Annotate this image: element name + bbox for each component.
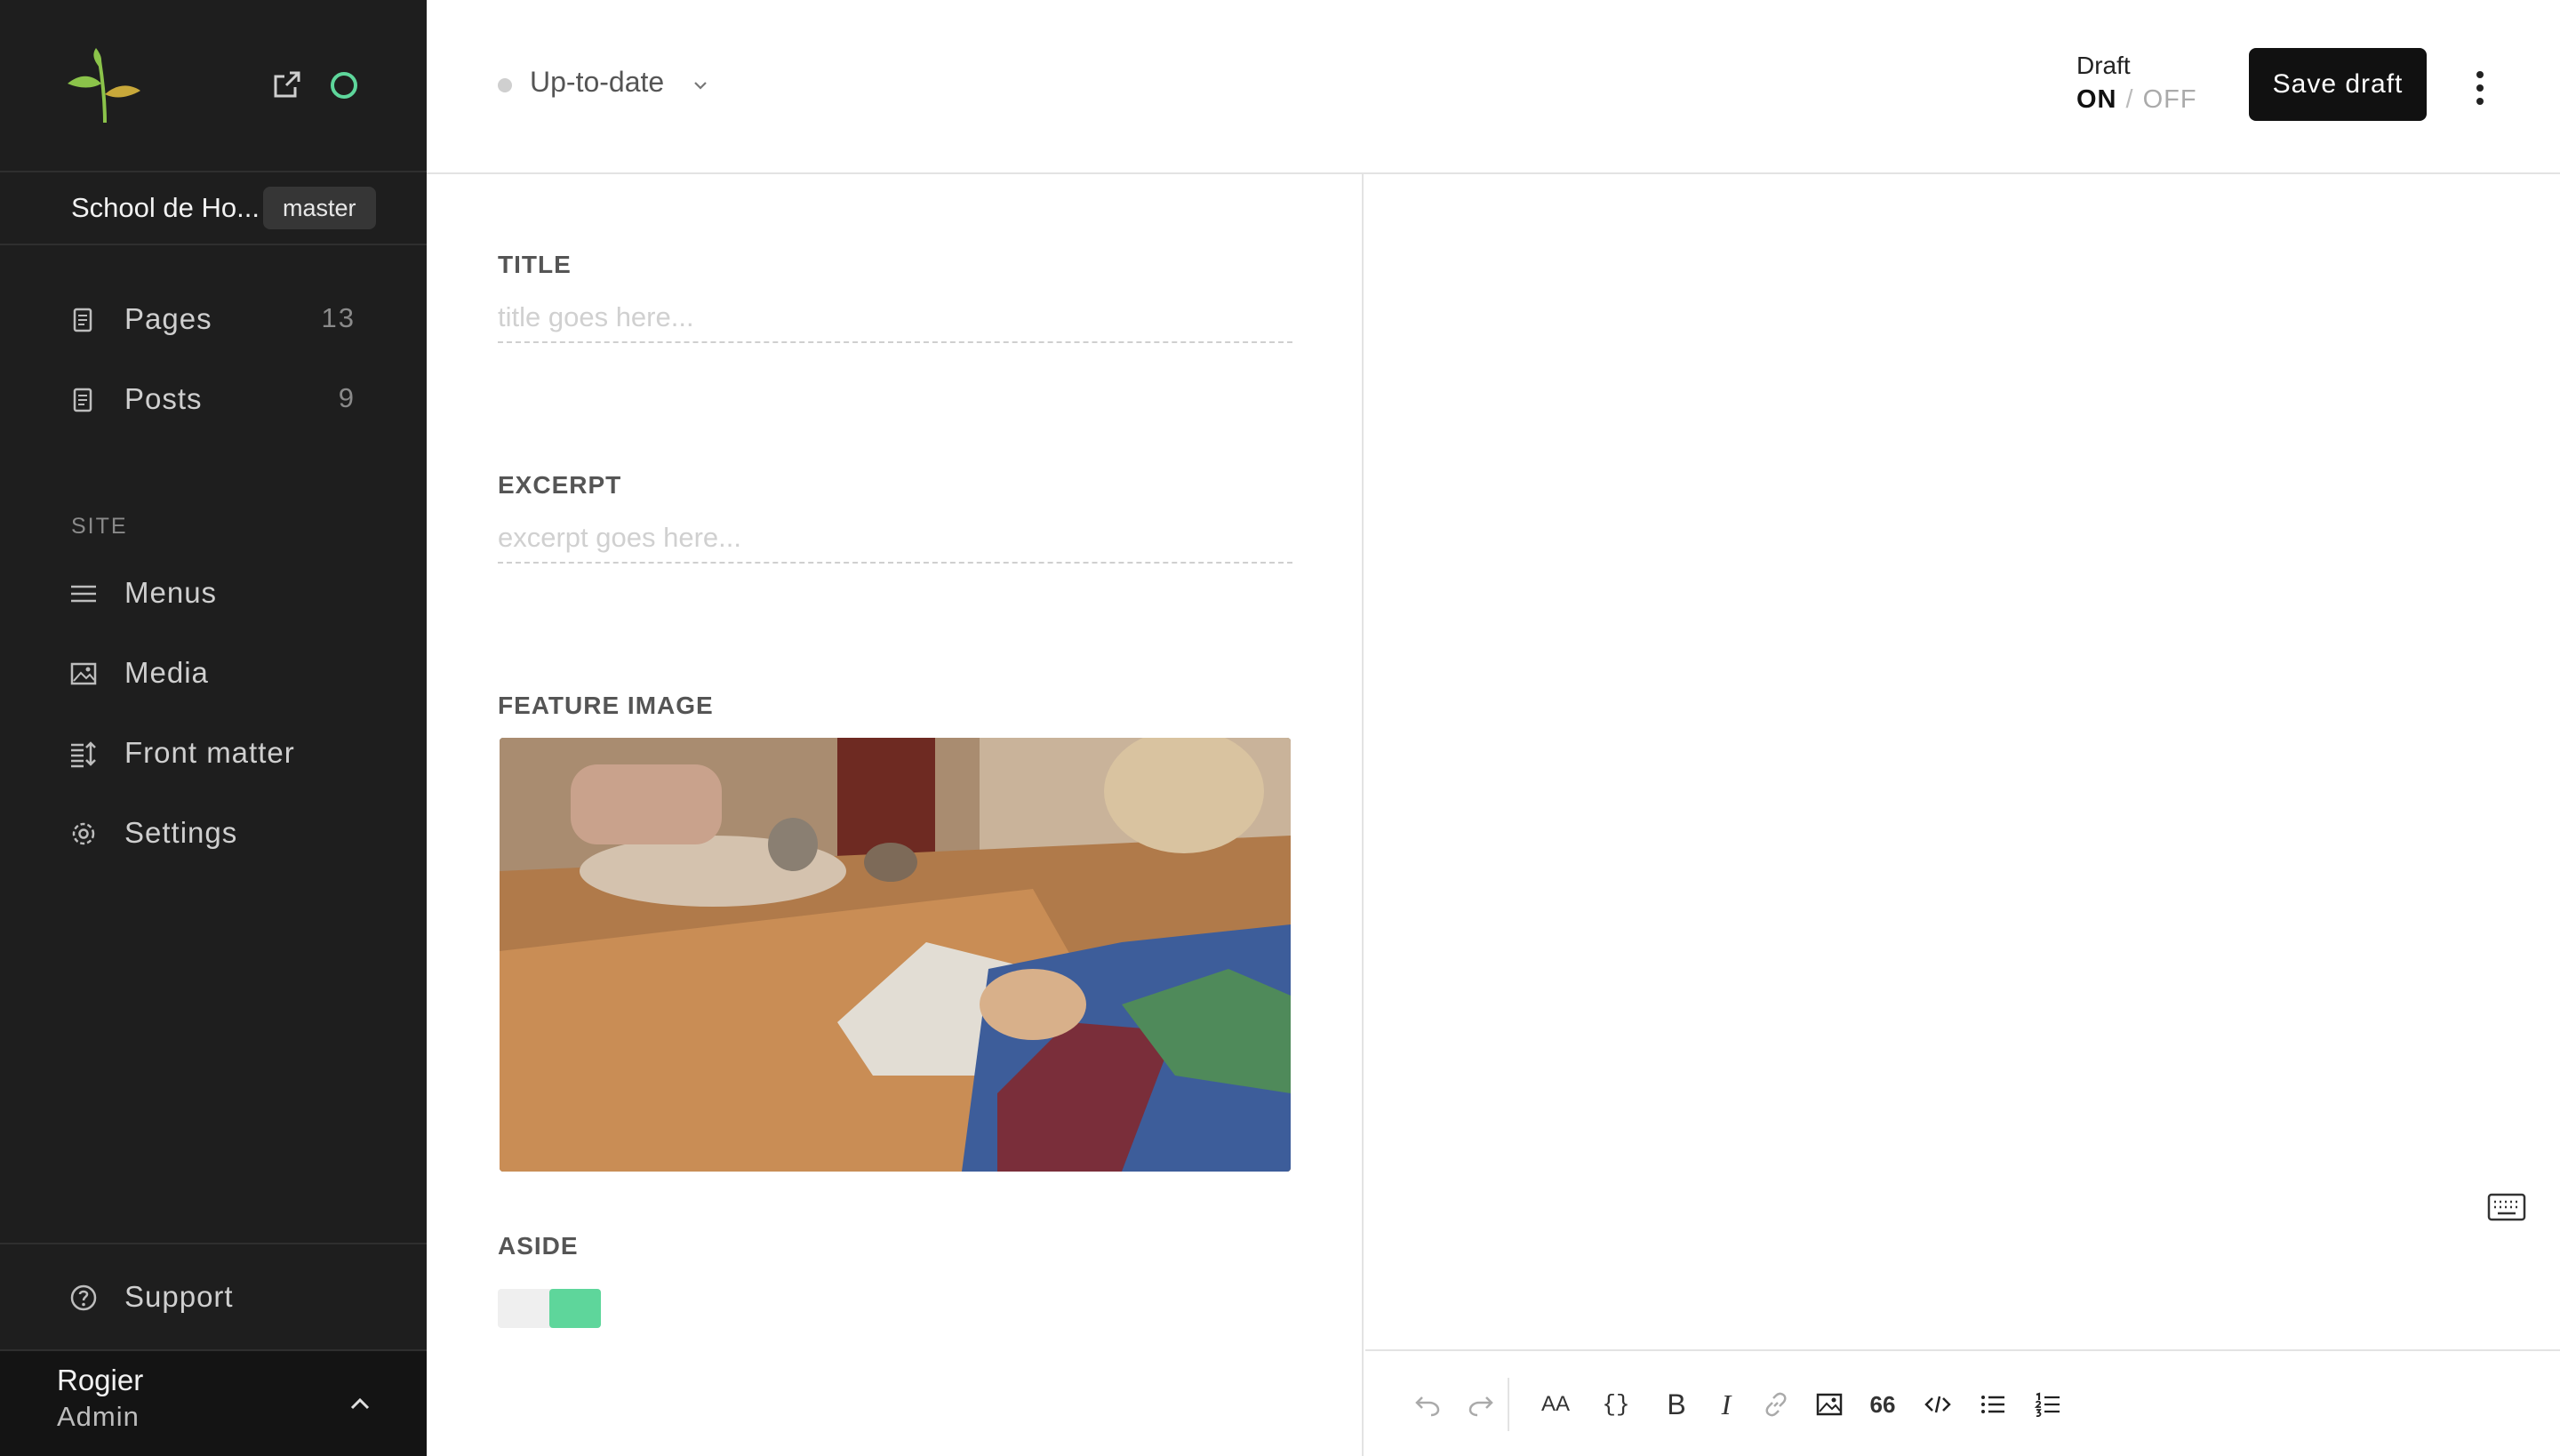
editor-toolbar: AA {} B I 66 bbox=[1365, 1349, 2560, 1456]
heading-button[interactable]: AA bbox=[1538, 1387, 1573, 1422]
draft-off-option[interactable]: OFF bbox=[2143, 85, 2197, 114]
gear-icon bbox=[72, 822, 95, 845]
sidebar-item-label: Front matter bbox=[124, 736, 295, 769]
aside-toggle-knob bbox=[549, 1289, 601, 1328]
chevron-up-icon[interactable] bbox=[347, 1390, 373, 1417]
sidebar-item-label: Posts bbox=[124, 382, 203, 415]
content-editor[interactable] bbox=[1365, 174, 2560, 1351]
excerpt-label: EXCERPT bbox=[498, 471, 622, 499]
code-icon bbox=[1924, 1396, 1951, 1413]
sidebar-item-label: Menus bbox=[124, 576, 218, 609]
title-input[interactable] bbox=[498, 293, 1292, 343]
numbered-list-icon bbox=[2034, 1392, 2060, 1418]
excerpt-input[interactable] bbox=[498, 514, 1292, 564]
quote-button[interactable]: 66 bbox=[1865, 1387, 1900, 1422]
status-dot bbox=[498, 78, 512, 92]
sidebar-item-pages[interactable]: Pages 13 bbox=[0, 286, 427, 354]
italic-icon: I bbox=[1721, 1388, 1732, 1420]
sidebar-item-label: Settings bbox=[124, 816, 238, 849]
redo-icon bbox=[1468, 1396, 1493, 1417]
external-link-icon[interactable] bbox=[272, 69, 302, 100]
sidebar-item-label: Media bbox=[124, 656, 209, 689]
toolbar-separator bbox=[1508, 1378, 1509, 1431]
post-metadata-form: TITLE EXCERPT FEATURE IMAGE ASIDE bbox=[427, 174, 1364, 1456]
keyboard-icon[interactable] bbox=[2487, 1191, 2526, 1223]
braces-icon: {} bbox=[1602, 1391, 1630, 1418]
undo-button[interactable] bbox=[1410, 1387, 1445, 1422]
code-block-button[interactable]: {} bbox=[1598, 1387, 1634, 1422]
aside-label: ASIDE bbox=[498, 1232, 579, 1260]
posts-count: 9 bbox=[338, 382, 356, 413]
quote-icon: 66 bbox=[1869, 1390, 1896, 1418]
link-button[interactable] bbox=[1758, 1387, 1794, 1422]
draft-on-option[interactable]: ON bbox=[2076, 85, 2117, 114]
link-icon bbox=[1765, 1392, 1787, 1417]
page-icon bbox=[73, 308, 92, 332]
status-dropdown[interactable]: Up-to-date bbox=[530, 66, 664, 99]
sidebar-item-media[interactable]: Media bbox=[0, 640, 427, 708]
draft-separator: / bbox=[2125, 85, 2134, 114]
image-icon bbox=[1816, 1393, 1843, 1416]
help-circle-icon bbox=[70, 1284, 97, 1311]
numbered-list-button[interactable] bbox=[2030, 1387, 2066, 1422]
draft-label: Draft bbox=[2076, 52, 2131, 79]
italic-button[interactable]: I bbox=[1708, 1387, 1744, 1422]
chevron-down-icon[interactable] bbox=[690, 75, 711, 96]
inline-code-button[interactable] bbox=[1920, 1387, 1956, 1422]
sidebar-item-support[interactable]: Support bbox=[0, 1264, 427, 1332]
bullet-list-icon bbox=[1981, 1396, 2004, 1413]
logo-sprout-icon[interactable] bbox=[66, 48, 142, 123]
sidebar-item-label: Support bbox=[124, 1280, 234, 1313]
heading-icon: AA bbox=[1540, 1392, 1570, 1416]
undo-icon bbox=[1415, 1396, 1440, 1417]
insert-image-button[interactable] bbox=[1812, 1387, 1847, 1422]
site-selector[interactable]: School de Ho... master bbox=[0, 174, 427, 245]
pages-count: 13 bbox=[321, 302, 356, 333]
editor-header: Up-to-date Draft ON / OFF Save draft bbox=[427, 0, 2560, 174]
sync-status-indicator bbox=[331, 72, 357, 99]
sidebar: School de Ho... master Pages 13 Posts 9 … bbox=[0, 0, 427, 1456]
sidebar-item-front-matter[interactable]: Front matter bbox=[0, 720, 427, 788]
bold-icon: B bbox=[1667, 1388, 1686, 1420]
aside-toggle[interactable] bbox=[498, 1289, 601, 1328]
feature-image[interactable] bbox=[500, 738, 1291, 1172]
sidebar-item-menus[interactable]: Menus bbox=[0, 560, 427, 628]
image-icon bbox=[70, 662, 97, 685]
more-options-icon[interactable] bbox=[2462, 66, 2498, 110]
draft-toggle[interactable]: ON / OFF bbox=[2076, 85, 2197, 115]
front-matter-icon bbox=[71, 741, 96, 768]
title-label: TITLE bbox=[498, 251, 572, 278]
post-icon bbox=[73, 388, 92, 412]
sidebar-item-posts[interactable]: Posts 9 bbox=[0, 366, 427, 434]
redo-button[interactable] bbox=[1463, 1387, 1499, 1422]
feature-image-label: FEATURE IMAGE bbox=[498, 692, 714, 719]
sidebar-header bbox=[0, 0, 427, 172]
sidebar-item-settings[interactable]: Settings bbox=[0, 800, 427, 868]
sidebar-divider bbox=[0, 1243, 427, 1244]
site-name: School de Ho... bbox=[71, 192, 260, 223]
branch-badge[interactable]: master bbox=[263, 187, 376, 229]
sidebar-item-label: Pages bbox=[124, 302, 212, 335]
section-label-site: SITE bbox=[71, 514, 128, 539]
user-role: Admin bbox=[57, 1401, 140, 1432]
bold-button[interactable]: B bbox=[1659, 1387, 1694, 1422]
menu-icon bbox=[71, 585, 96, 603]
user-name: Rogier bbox=[57, 1364, 144, 1396]
save-draft-button[interactable]: Save draft bbox=[2249, 48, 2427, 121]
user-menu[interactable]: Rogier Admin bbox=[0, 1351, 427, 1456]
bullet-list-button[interactable] bbox=[1975, 1387, 2011, 1422]
